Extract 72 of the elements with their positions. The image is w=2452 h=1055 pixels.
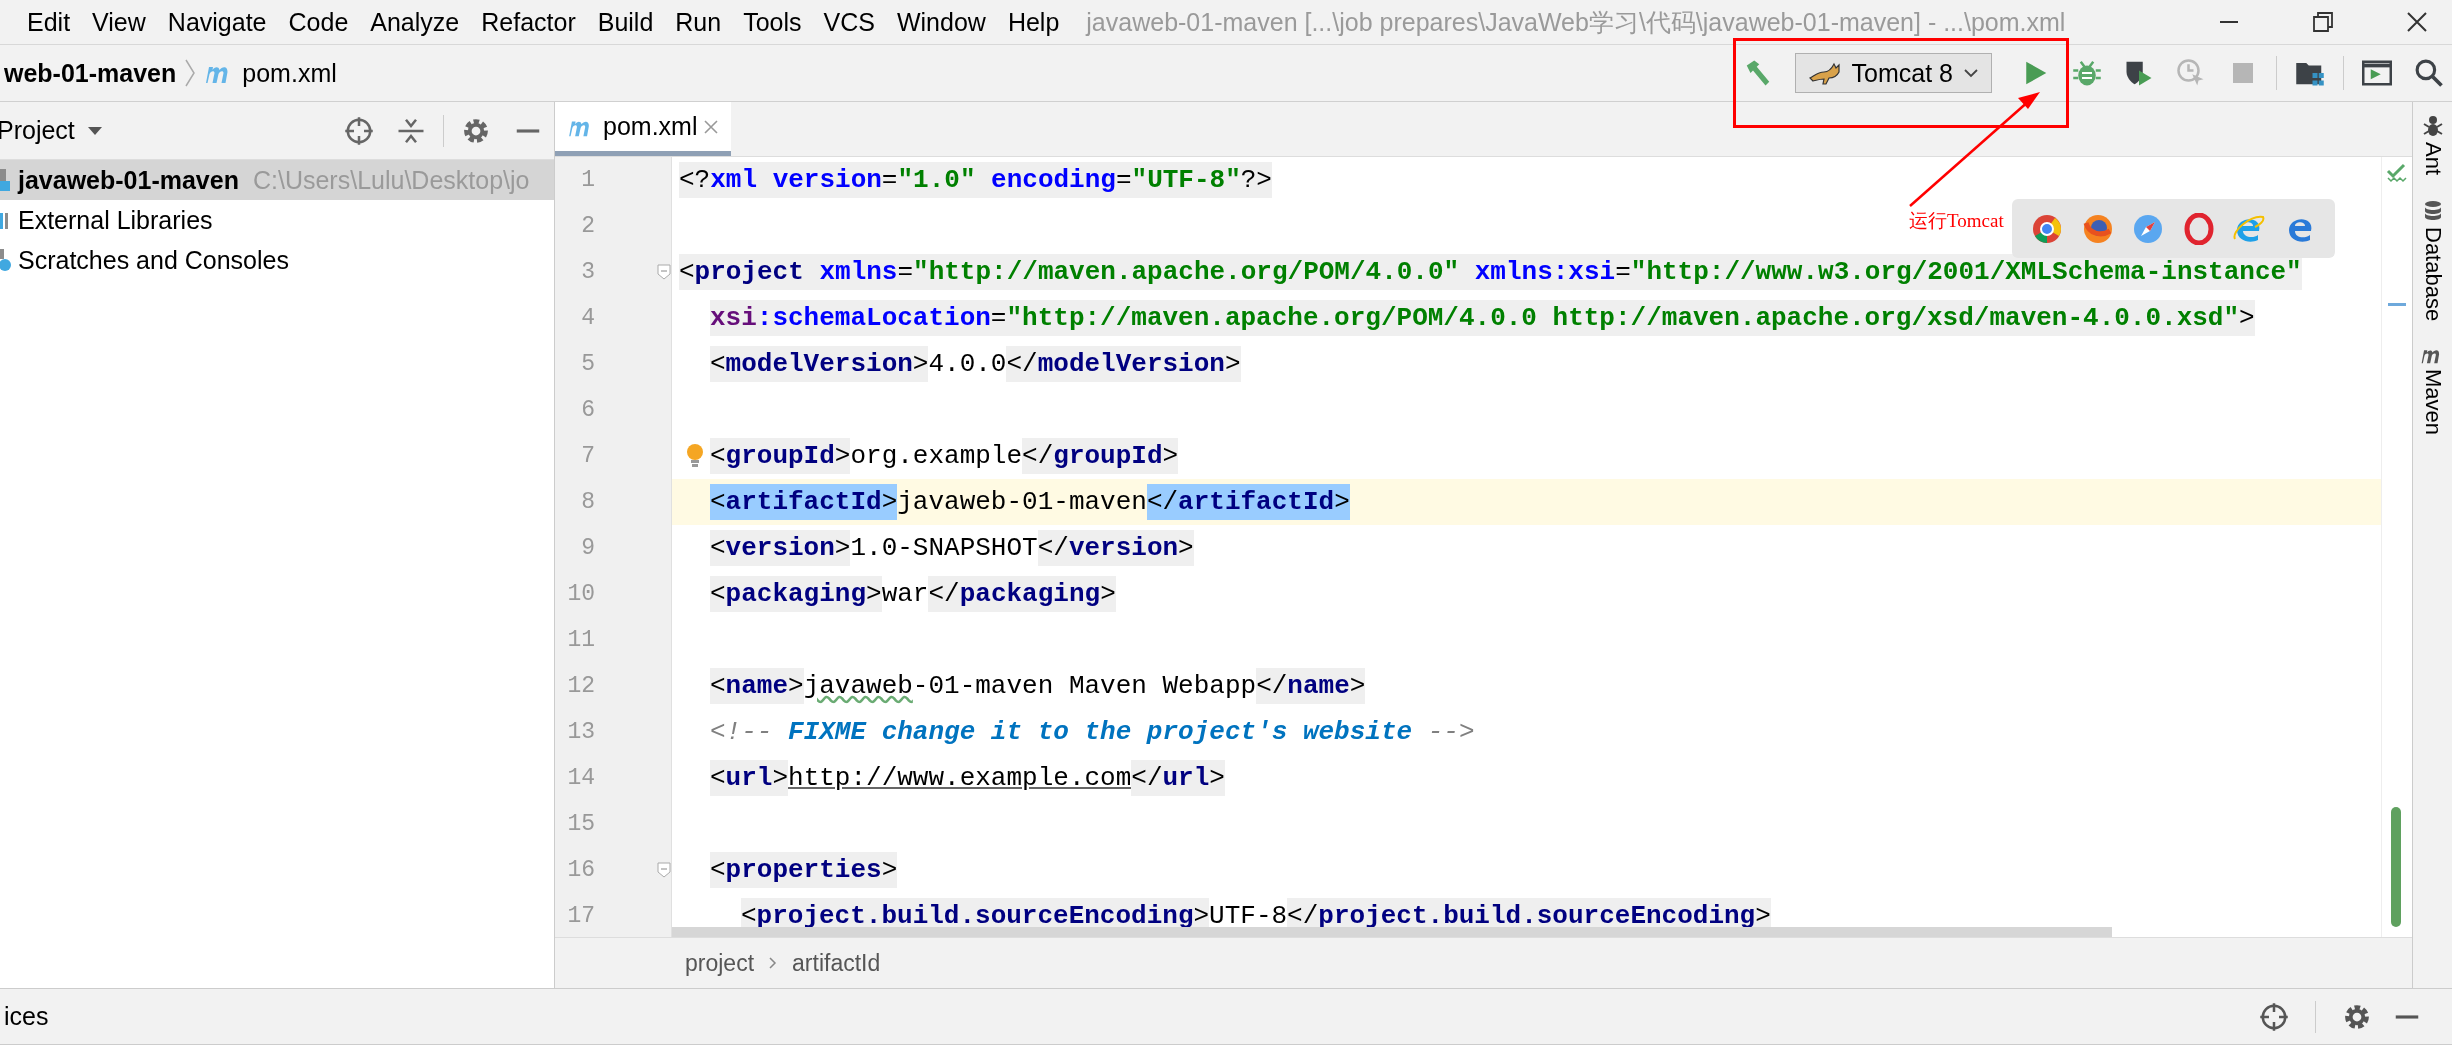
code-line: <packaging>war</packaging>: [710, 576, 1116, 612]
line-number: 9: [580, 535, 595, 561]
line-number: 5: [580, 351, 595, 377]
check-icon: [2386, 163, 2408, 183]
chevron-icon: [768, 956, 779, 970]
run-config-dropdown[interactable]: Tomcat 8: [1794, 53, 1992, 93]
code-line: <version>1.0-SNAPSHOT</version>: [710, 530, 1194, 566]
bug-icon[interactable]: [2072, 58, 2102, 88]
breadcrumb-project[interactable]: web-01-maven: [4, 58, 177, 88]
line-number: 14: [566, 765, 595, 791]
menu-item[interactable]: Refactor: [470, 7, 587, 37]
line-number: 11: [566, 627, 595, 653]
menu-item[interactable]: Navigate: [156, 7, 278, 37]
line-number: 10: [566, 581, 595, 607]
menu-item[interactable]: Tools: [732, 7, 813, 37]
line-number: 16: [566, 857, 595, 883]
editor-tab[interactable]: pom.xml: [555, 102, 732, 156]
line-number: 15: [566, 811, 595, 837]
code-line: <groupId>org.example</groupId>: [710, 438, 1179, 474]
horizontal-scrollbar[interactable]: [672, 927, 2112, 937]
code-line: <artifactId>javaweb-01-maven</artifactId>: [710, 484, 1350, 520]
line-number: 3: [580, 259, 595, 285]
side-tool-tab[interactable]: Database: [2419, 199, 2446, 322]
menu-item[interactable]: Help: [996, 7, 1071, 37]
line-number: 7: [580, 443, 595, 469]
breadcrumb-item[interactable]: project: [685, 949, 755, 977]
locate-icon[interactable]: [344, 115, 374, 146]
console-window-icon[interactable]: [2362, 58, 2392, 88]
breadcrumb-file[interactable]: pom.xml: [242, 58, 337, 88]
menu-item[interactable]: Analyze: [359, 7, 471, 37]
code-line: <!-- FIXME change it to the project's website -->: [710, 716, 1475, 749]
tree-item[interactable]: External Libraries: [0, 200, 554, 240]
lightbulb-icon[interactable]: [686, 443, 704, 469]
line-number: 13: [566, 719, 595, 745]
side-tool-tab[interactable]: Maven: [2419, 345, 2446, 436]
ant-icon: [2421, 114, 2444, 138]
code-line: <name>javaweb-01-maven Maven Webapp</name>: [710, 668, 1366, 704]
menu-item[interactable]: Code: [277, 7, 360, 37]
scroll-thumb[interactable]: [2391, 807, 2401, 927]
annotation-text: 运行Tomcat: [1909, 209, 2004, 233]
breadcrumb-item[interactable]: artifactId: [792, 949, 881, 977]
menu-item[interactable]: Run: [664, 7, 733, 37]
close-icon[interactable]: [2406, 11, 2428, 33]
tree-item[interactable]: javaweb-01-maven C:\Users\Lulu\Desktop\jo: [0, 160, 554, 200]
restore-icon[interactable]: [2312, 11, 2334, 33]
browser-icon[interactable]: [2182, 212, 2215, 245]
line-number: 17: [566, 903, 595, 929]
line-number: 1: [580, 167, 595, 193]
line-number: 8: [580, 489, 595, 515]
compass-icon[interactable]: [2132, 212, 2165, 245]
side-tool-tab[interactable]: Ant: [2419, 114, 2446, 176]
browser-icon[interactable]: [2031, 212, 2064, 245]
menu-item[interactable]: Window: [885, 7, 997, 37]
tool-window-label[interactable]: ices: [4, 1002, 49, 1031]
menu-item[interactable]: Edit: [16, 7, 82, 37]
line-number: 6: [580, 397, 595, 423]
line-number: 4: [580, 305, 595, 331]
menu-item[interactable]: VCS: [812, 7, 886, 37]
chevron-icon: [184, 58, 197, 88]
caret-icon: [1963, 68, 1979, 78]
caret-icon[interactable]: [86, 125, 103, 136]
menu-item[interactable]: Build: [586, 7, 665, 37]
code-line: <url>http://www.example.com</url>: [710, 760, 1225, 796]
line-number: 12: [566, 673, 595, 699]
locate-icon[interactable]: [2259, 1001, 2289, 1032]
window-title: javaweb-01-maven [...\job prepares\JavaWeb学习\代码\javaweb-01-maven] - ...\pom.xml: [1086, 6, 2066, 38]
browser-icon[interactable]: [2081, 212, 2114, 245]
code-line: <modelVersion>4.0.0</modelVersion>: [710, 346, 1241, 382]
search-icon[interactable]: [2414, 58, 2444, 88]
line-number: 2: [580, 213, 595, 239]
tree-item[interactable]: Scratches and Consoles: [0, 240, 554, 280]
menu-item[interactable]: View: [81, 7, 157, 37]
